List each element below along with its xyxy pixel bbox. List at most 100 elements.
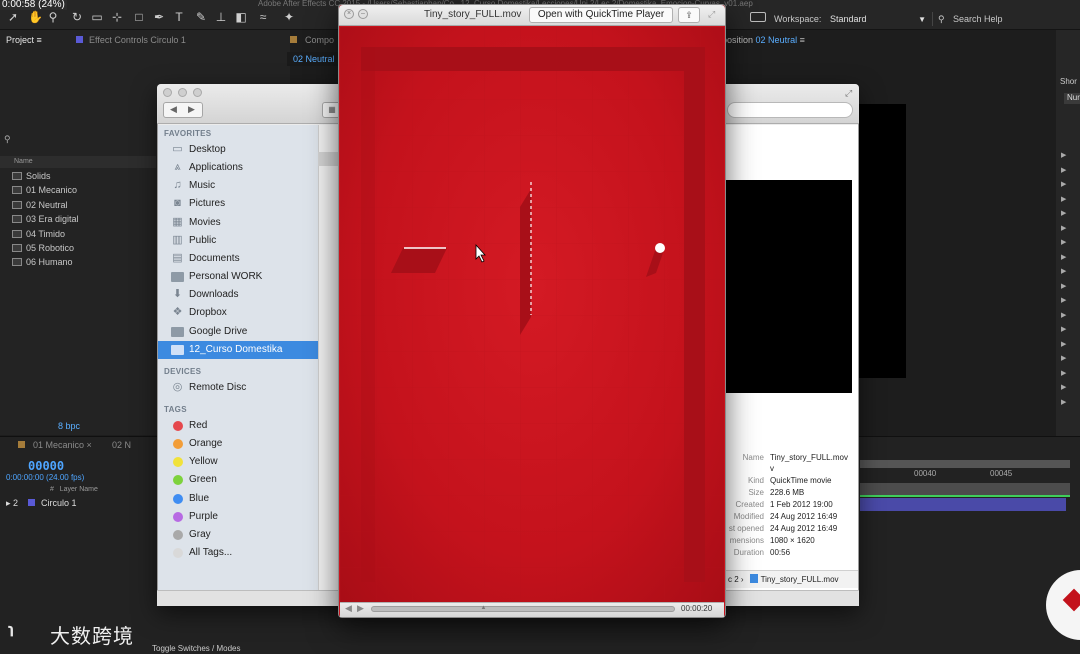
clone-stamp-tool-icon[interactable]: ⊥: [214, 10, 228, 24]
project-item[interactable]: 05 Robotico: [0, 241, 156, 255]
expand-triangle-icon[interactable]: ▶: [1061, 224, 1066, 232]
finder-nav-buttons[interactable]: ◀ ▶: [163, 102, 203, 118]
pen-tool-icon[interactable]: ✒: [152, 10, 166, 24]
sidebar-item-google-drive[interactable]: Google Drive: [158, 323, 318, 341]
toggle-switches-button[interactable]: Toggle Switches / Modes: [152, 644, 241, 653]
tag-item[interactable]: Red: [158, 417, 318, 435]
expand-triangle-icon[interactable]: ▶: [1061, 383, 1066, 391]
pan-behind-tool-icon[interactable]: ⊹: [110, 10, 124, 24]
eraser-tool-icon[interactable]: ◧: [234, 10, 248, 24]
timeline-tab-mecanico[interactable]: 01 Mecanico ×: [18, 440, 92, 450]
hand-tool-icon[interactable]: ✋: [28, 10, 43, 24]
project-item[interactable]: 02 Neutral: [0, 198, 156, 212]
timeline-timecode[interactable]: 00000: [28, 459, 64, 473]
comp-subtab[interactable]: 02 Neutral: [287, 52, 343, 66]
layer-duration-bar[interactable]: [860, 498, 1066, 511]
search-help-input[interactable]: ⚲ Search Help: [932, 12, 1078, 26]
current-time: 00:00:20: [681, 604, 713, 613]
tag-item[interactable]: Green: [158, 471, 318, 489]
project-item[interactable]: 06 Humano: [0, 255, 156, 269]
sidebar-item-public[interactable]: ▥ Public: [158, 232, 318, 250]
fullscreen-icon[interactable]: ⤢: [845, 88, 852, 99]
workspace-select[interactable]: Standard ▼: [826, 13, 930, 26]
fullscreen-icon[interactable]: ⤢: [708, 9, 715, 20]
expand-triangle-icon[interactable]: ▶: [1061, 151, 1066, 159]
tag-item[interactable]: Orange: [158, 435, 318, 453]
sidebar-item-personal-work[interactable]: Personal WORK: [158, 268, 318, 286]
finder-column[interactable]: [318, 125, 340, 590]
expand-triangle-icon[interactable]: ▶: [1061, 311, 1066, 319]
text-tool-icon[interactable]: T: [172, 10, 186, 24]
sidebar-item-pictures[interactable]: ◙ Pictures: [158, 195, 318, 213]
expand-triangle-icon[interactable]: ▶: [1061, 282, 1066, 290]
expand-triangle-icon[interactable]: ▶: [1061, 296, 1066, 304]
sidebar-item-remote-disc[interactable]: ◎ Remote Disc: [158, 379, 318, 397]
tag-item[interactable]: Yellow: [158, 453, 318, 471]
sidebar-item-applications[interactable]: ⩓ Applications: [158, 159, 318, 177]
expand-triangle-icon[interactable]: ▶: [1061, 195, 1066, 203]
tab-effect-controls[interactable]: Effect Controls Circulo 1: [76, 35, 186, 45]
comp-tab-right[interactable]: position 02 Neutral ≡: [722, 35, 805, 45]
zoom-tool-icon[interactable]: ⚲: [46, 10, 60, 24]
tag-item[interactable]: Gray: [158, 526, 318, 544]
rotate-tool-icon[interactable]: ↻: [70, 10, 84, 24]
scrubber-knob[interactable]: ▲: [480, 605, 486, 611]
tag-item[interactable]: All Tags...: [158, 544, 318, 562]
playback-scrubber[interactable]: [371, 606, 675, 612]
expand-triangle-icon[interactable]: ▶: [1061, 253, 1066, 261]
sidebar-item-desktop[interactable]: ▭ Desktop: [158, 141, 318, 159]
minimize-button[interactable]: [178, 88, 187, 97]
bpc-indicator[interactable]: 8 bpc: [0, 418, 156, 434]
timeline-ruler[interactable]: [860, 460, 1070, 468]
path-bar[interactable]: c 2 › Tiny_story_FULL.mov: [726, 570, 858, 588]
project-item[interactable]: Solids: [0, 169, 156, 183]
finder-search-input[interactable]: [727, 102, 853, 118]
expand-triangle-icon[interactable]: ▶: [1061, 209, 1066, 217]
brush-tool-icon[interactable]: ✎: [194, 10, 208, 24]
sidebar-item-music[interactable]: ♫ Music: [158, 177, 318, 195]
roto-brush-tool-icon[interactable]: ≈: [256, 10, 270, 24]
project-item[interactable]: 03 Era digital: [0, 212, 156, 226]
expand-triangle-icon[interactable]: ▶: [1061, 238, 1066, 246]
project-item[interactable]: 01 Mecanico: [0, 183, 156, 197]
minimize-icon[interactable]: –: [358, 9, 368, 19]
right-panel-field[interactable]: Nur: [1064, 93, 1080, 104]
share-button[interactable]: ⇪: [678, 7, 700, 23]
close-icon[interactable]: ×: [344, 9, 354, 19]
expand-triangle-icon[interactable]: ▶: [1061, 267, 1066, 275]
rectangle-tool-icon[interactable]: □: [132, 10, 146, 24]
finder-column-selection[interactable]: [318, 152, 340, 166]
tab-project[interactable]: Project ≡: [6, 35, 42, 45]
selection-tool-icon[interactable]: ➚: [6, 10, 20, 24]
forward-icon[interactable]: ▶: [188, 104, 195, 115]
puppet-pin-tool-icon[interactable]: ✦: [282, 10, 296, 24]
sidebar-item-documents[interactable]: ▤ Documents: [158, 250, 318, 268]
play-icon[interactable]: ▶: [357, 603, 364, 614]
volume-icon[interactable]: ◀: [345, 603, 352, 614]
expand-triangle-icon[interactable]: ▶: [1061, 166, 1066, 174]
expand-triangle-icon[interactable]: ▶: [1061, 354, 1066, 362]
tag-item[interactable]: Blue: [158, 490, 318, 508]
file-preview-thumbnail[interactable]: [726, 180, 852, 393]
layer-row[interactable]: ▸ 2 Circulo 1: [0, 498, 160, 510]
expand-triangle-icon[interactable]: ▶: [1061, 369, 1066, 377]
expand-triangle-icon[interactable]: ▶: [1061, 180, 1066, 188]
zoom-button[interactable]: [193, 88, 202, 97]
back-icon[interactable]: ◀: [170, 104, 177, 115]
tag-item[interactable]: Purple: [158, 508, 318, 526]
project-search-input[interactable]: ⚲: [4, 134, 154, 148]
open-with-quicktime-button[interactable]: Open with QuickTime Player: [529, 7, 673, 23]
video-frame[interactable]: [340, 27, 724, 602]
close-button[interactable]: [163, 88, 172, 97]
expand-triangle-icon[interactable]: ▶: [1061, 325, 1066, 333]
sidebar-item-dropbox[interactable]: ❖ Dropbox: [158, 304, 318, 322]
tab-composition[interactable]: Compo: [290, 35, 334, 45]
expand-triangle-icon[interactable]: ▶: [1061, 398, 1066, 406]
timeline-tab-neutral[interactable]: 02 N: [112, 440, 131, 450]
camera-tool-icon[interactable]: ▭: [90, 10, 104, 24]
sidebar-item-movies[interactable]: ▦ Movies: [158, 214, 318, 232]
sidebar-item-12-curso-domestika[interactable]: 12_Curso Domestika: [158, 340, 318, 359]
sidebar-item-downloads[interactable]: ⬇ Downloads: [158, 286, 318, 304]
project-item[interactable]: 04 Timido: [0, 227, 156, 241]
expand-triangle-icon[interactable]: ▶: [1061, 340, 1066, 348]
